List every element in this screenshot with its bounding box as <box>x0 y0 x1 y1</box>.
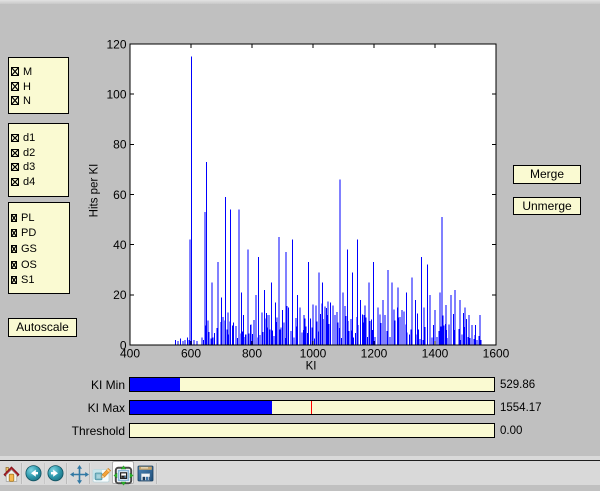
svg-text:100: 100 <box>106 88 126 102</box>
svg-text:1000: 1000 <box>300 347 327 361</box>
svg-text:20: 20 <box>113 288 127 302</box>
svg-text:1600: 1600 <box>483 347 510 361</box>
svg-text:600: 600 <box>181 347 201 361</box>
svg-text:Hits per KI: Hits per KI <box>89 164 101 218</box>
svg-text:0: 0 <box>120 338 127 352</box>
svg-text:40: 40 <box>113 238 127 252</box>
svg-text:80: 80 <box>113 138 127 152</box>
svg-text:1200: 1200 <box>361 347 388 361</box>
svg-text:120: 120 <box>106 37 126 51</box>
svg-text:KI: KI <box>306 361 317 373</box>
svg-text:60: 60 <box>113 188 127 202</box>
svg-text:800: 800 <box>242 347 262 361</box>
svg-text:1400: 1400 <box>422 347 449 361</box>
